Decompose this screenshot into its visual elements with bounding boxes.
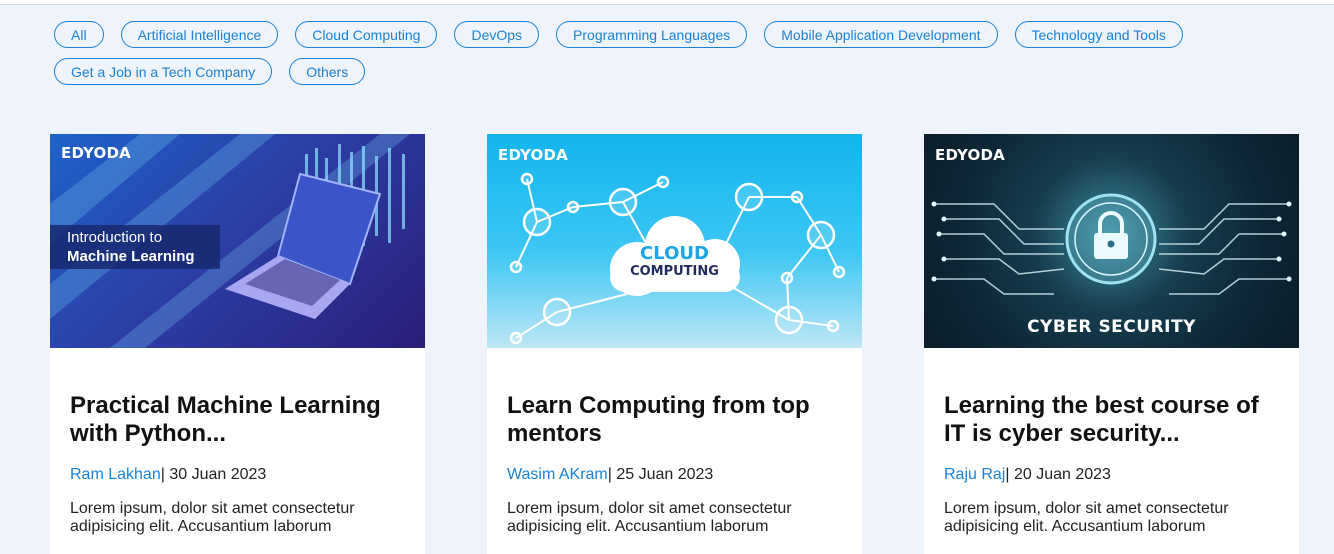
author-link[interactable]: Ram Lakhan (70, 466, 161, 483)
card-thumbnail-cloud-computing[interactable]: EDYODA CLOUD COMPUTING (487, 134, 862, 348)
edyoda-logo: EDYODA (498, 146, 568, 164)
filter-mobile-app-development[interactable]: Mobile Application Development (764, 21, 998, 48)
card-meta: Wasim AKram| 25 Juan 2023 (507, 466, 842, 484)
card-thumbnail-cyber-security[interactable]: EDYODA CYBER SECURITY (924, 134, 1299, 348)
filter-get-a-job[interactable]: Get a Job in a Tech Company (54, 58, 273, 85)
post-date: | 20 Juan 2023 (1005, 466, 1111, 483)
card-excerpt: Lorem ipsum, dolor sit amet consectetur … (944, 500, 1229, 535)
edyoda-logo: EDYODA (61, 144, 131, 162)
post-date: | 30 Juan 2023 (160, 466, 267, 483)
edyoda-logo: EDYODA (935, 146, 1005, 164)
thumbnail-caption: Introduction to Machine Learning (50, 225, 220, 269)
card-title[interactable]: Learning the best course of IT is cyber … (944, 392, 1279, 448)
card-excerpt: Lorem ipsum, dolor sit amet consectetur … (507, 500, 792, 535)
filter-technology-and-tools[interactable]: Technology and Tools (1014, 21, 1183, 48)
filter-all[interactable]: All (54, 21, 104, 48)
card-excerpt: Lorem ipsum, dolor sit amet consectetur … (70, 500, 355, 535)
category-filters: All Artificial Intelligence Cloud Comput… (54, 21, 1254, 95)
filter-row-1: All Artificial Intelligence Cloud Comput… (54, 21, 1254, 48)
author-link[interactable]: Wasim AKram (507, 466, 608, 483)
post-date: | 25 Juan 2023 (607, 466, 714, 483)
thumbnail-caption-line1: Introduction to (67, 229, 163, 246)
card-body: Learning the best course of IT is cyber … (924, 348, 1299, 536)
thumbnail-caption: CLOUD COMPUTING (487, 243, 862, 280)
blog-card-cyber-security[interactable]: EDYODA CYBER SECURITY Learning the best … (924, 134, 1299, 554)
card-title[interactable]: Practical Machine Learning with Python..… (70, 392, 405, 448)
thumbnail-caption: CYBER SECURITY (1027, 317, 1196, 337)
filter-artificial-intelligence[interactable]: Artificial Intelligence (120, 21, 279, 48)
blog-card-cloud-computing[interactable]: EDYODA CLOUD COMPUTING Learn Computing f… (487, 134, 862, 554)
filter-programming-languages[interactable]: Programming Languages (556, 21, 748, 48)
lock-circuit-illustration (931, 193, 1292, 295)
thumbnail-caption-line2: Machine Learning (67, 248, 195, 265)
author-link[interactable]: Raju Raj (944, 466, 1005, 483)
card-body: Learn Computing from top mentors Wasim A… (487, 348, 862, 536)
thumbnail-caption-line2: COMPUTING (630, 264, 719, 279)
blog-card-machine-learning[interactable]: EDYODA Introduction to Machine Learning … (50, 134, 425, 554)
card-body: Practical Machine Learning with Python..… (50, 348, 425, 536)
card-meta: Ram Lakhan| 30 Juan 2023 (70, 466, 405, 484)
card-thumbnail-machine-learning[interactable]: EDYODA Introduction to Machine Learning (50, 134, 425, 348)
filter-others[interactable]: Others (289, 58, 366, 85)
filter-devops[interactable]: DevOps (454, 21, 540, 48)
card-meta: Raju Raj| 20 Juan 2023 (944, 466, 1279, 484)
top-divider (0, 0, 1334, 5)
filter-row-2: Get a Job in a Tech Company Others (54, 58, 1254, 85)
network-illustration (509, 172, 846, 345)
filter-cloud-computing[interactable]: Cloud Computing (295, 21, 438, 48)
thumbnail-caption-line1: CLOUD (640, 243, 709, 264)
card-title[interactable]: Learn Computing from top mentors (507, 392, 842, 448)
